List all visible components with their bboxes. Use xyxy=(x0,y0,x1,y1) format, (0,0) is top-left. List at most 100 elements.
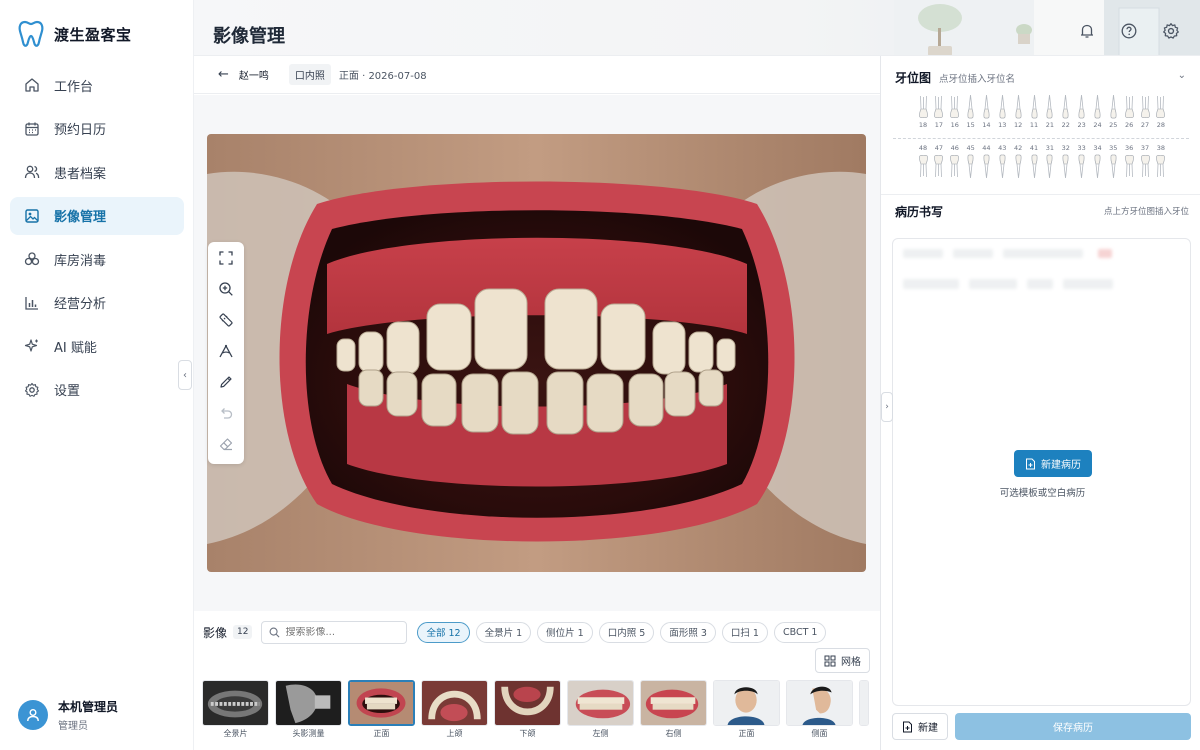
thumbnail-label: 右侧 xyxy=(665,729,682,738)
gallery-search[interactable] xyxy=(261,620,408,644)
expand-panel-button[interactable]: › xyxy=(881,392,893,422)
tooth-37[interactable]: 37 xyxy=(1139,144,1151,179)
new-button[interactable]: 新建 xyxy=(892,713,948,740)
tooth-16[interactable]: 16 xyxy=(949,94,961,129)
angle-measure-icon[interactable] xyxy=(218,343,234,360)
eraser-icon[interactable] xyxy=(218,436,234,453)
tooth-13[interactable]: 13 xyxy=(996,94,1008,129)
grid-icon xyxy=(824,655,836,666)
thumbnail[interactable]: 侧面 xyxy=(786,680,853,750)
main-nav: 工作台 预约日历 患者档案 影像管理 库房消毒 经营分析 AI 赋能 设置 xyxy=(10,66,184,414)
new-record-button[interactable]: 新建病历 xyxy=(1014,450,1092,477)
tooth-42[interactable]: 42 xyxy=(1012,144,1024,179)
tooth-24[interactable]: 24 xyxy=(1091,94,1103,129)
tooth-14[interactable]: 14 xyxy=(980,94,992,129)
collapse-sidebar-button[interactable]: ‹ xyxy=(178,360,192,390)
thumbnail-selected[interactable]: 正面 xyxy=(348,680,415,750)
filter-chip-panoramic[interactable]: 全景片 1 xyxy=(475,621,532,643)
thumbnail[interactable]: 全景片 xyxy=(202,680,269,750)
tooth-12[interactable]: 12 xyxy=(1012,94,1024,129)
tooth-number: 11 xyxy=(1029,121,1039,129)
nav-item-settings[interactable]: 设置 xyxy=(10,371,184,409)
image-meta: 正面 · 2026-07-08 xyxy=(338,71,427,82)
new-button-label: 新建 xyxy=(918,723,938,734)
tooth-45[interactable]: 45 xyxy=(965,144,977,179)
thumbnail[interactable]: 头影测量 xyxy=(275,680,342,750)
tooth-35[interactable]: 35 xyxy=(1107,144,1119,179)
ruler-icon[interactable] xyxy=(218,312,234,329)
chevron-down-icon[interactable]: ⌄ xyxy=(1178,70,1186,81)
tooth-11[interactable]: 11 xyxy=(1028,94,1040,129)
tooth-44[interactable]: 44 xyxy=(980,144,992,179)
thumbnail[interactable]: 下颌 xyxy=(494,680,561,750)
tooth-38[interactable]: 38 xyxy=(1155,144,1167,179)
tooth-21[interactable]: 21 xyxy=(1044,94,1056,129)
thumbnail-face-front xyxy=(713,680,780,726)
tooth-27[interactable]: 27 xyxy=(1139,94,1151,129)
gear-icon xyxy=(24,382,40,398)
nav-label: 影像管理 xyxy=(54,210,107,225)
tooth-25[interactable]: 25 xyxy=(1107,94,1119,129)
tooth-31[interactable]: 31 xyxy=(1044,144,1056,179)
tooth-23[interactable]: 23 xyxy=(1076,94,1088,129)
tooth-41[interactable]: 41 xyxy=(1028,144,1040,179)
intraoral-photo[interactable] xyxy=(207,134,866,572)
filter-chip-cbct[interactable]: CBCT 1 xyxy=(773,621,827,643)
save-record-button[interactable]: 保存病历 xyxy=(955,713,1191,740)
app-logo[interactable]: 渡生盈客宝 xyxy=(18,20,132,48)
tooth-number: 27 xyxy=(1140,121,1150,129)
tooth-46[interactable]: 46 xyxy=(949,144,961,179)
nav-item-warehouse[interactable]: 库房消毒 xyxy=(10,240,184,278)
zoom-in-icon[interactable] xyxy=(218,281,234,298)
nav-item-calendar[interactable]: 预约日历 xyxy=(10,110,184,148)
tooth-47[interactable]: 47 xyxy=(933,144,945,179)
tooth-26[interactable]: 26 xyxy=(1123,94,1135,129)
filter-chip-all[interactable]: 全部 12 xyxy=(417,621,470,643)
thumbnail-label: 侧面 xyxy=(811,729,828,738)
nav-item-patients[interactable]: 患者档案 xyxy=(10,153,184,191)
bell-icon[interactable] xyxy=(1078,22,1096,40)
fit-screen-icon[interactable] xyxy=(218,250,234,267)
thumbnail[interactable]: 上颌 xyxy=(421,680,488,750)
tooth-22[interactable]: 22 xyxy=(1060,94,1072,129)
tooth-43[interactable]: 43 xyxy=(996,144,1008,179)
filter-chip-scan[interactable]: 口扫 1 xyxy=(721,621,768,643)
patient-name[interactable]: 赵一鸣 xyxy=(239,67,269,82)
filter-chip-facial[interactable]: 面形照 3 xyxy=(660,621,716,643)
nav-item-workbench[interactable]: 工作台 xyxy=(10,66,184,104)
tooth-number: 34 xyxy=(1093,144,1102,152)
undo-icon[interactable] xyxy=(218,405,234,422)
tooth-number: 22 xyxy=(1061,121,1070,129)
tooth-34[interactable]: 34 xyxy=(1091,144,1103,179)
tooth-15[interactable]: 15 xyxy=(965,94,977,129)
thumbnail-front xyxy=(348,680,415,726)
settings-icon[interactable] xyxy=(1162,22,1180,40)
nav-item-ai[interactable]: AI 赋能 xyxy=(10,327,184,365)
tooth-18[interactable]: 18 xyxy=(917,94,929,129)
nav-item-analytics[interactable]: 经营分析 xyxy=(10,284,184,322)
search-input[interactable] xyxy=(285,626,396,638)
tooth-28[interactable]: 28 xyxy=(1155,94,1167,129)
thumbnail[interactable]: 左侧 xyxy=(567,680,634,750)
grid-view-button[interactable]: 网格 xyxy=(815,648,870,673)
tooth-48[interactable]: 48 xyxy=(917,144,929,179)
filter-chip-cephalometric[interactable]: 侧位片 1 xyxy=(537,621,593,643)
filter-chip-intraoral[interactable]: 口内照 5 xyxy=(598,621,655,643)
help-icon[interactable] xyxy=(1120,22,1138,40)
back-arrow-icon[interactable]: ← xyxy=(218,67,229,82)
thumbnail[interactable]: 正面 xyxy=(713,680,780,750)
tooth-36[interactable]: 36 xyxy=(1123,144,1135,179)
thumbnail-ceph xyxy=(275,680,342,726)
record-editor[interactable]: 新建病历 可选模板或空白病历 xyxy=(892,238,1191,706)
tooth-33[interactable]: 33 xyxy=(1076,144,1088,179)
thumbnail[interactable]: 右侧 xyxy=(640,680,707,750)
chevron-right-icon: › xyxy=(885,402,889,412)
user-profile[interactable]: 本机管理员 管理员 xyxy=(18,698,118,732)
tooth-17[interactable]: 17 xyxy=(933,94,945,129)
nav-item-imaging[interactable]: 影像管理 xyxy=(10,196,184,235)
tooth-number: 28 xyxy=(1156,121,1166,129)
thumbnail-partial[interactable] xyxy=(859,680,869,750)
tooth-32[interactable]: 32 xyxy=(1060,144,1072,179)
pencil-icon[interactable] xyxy=(218,374,234,391)
upper-teeth-row: 18 17 16 15 14 13 12 11 21 22 23 24 25 26 27 28 xyxy=(917,94,1167,129)
